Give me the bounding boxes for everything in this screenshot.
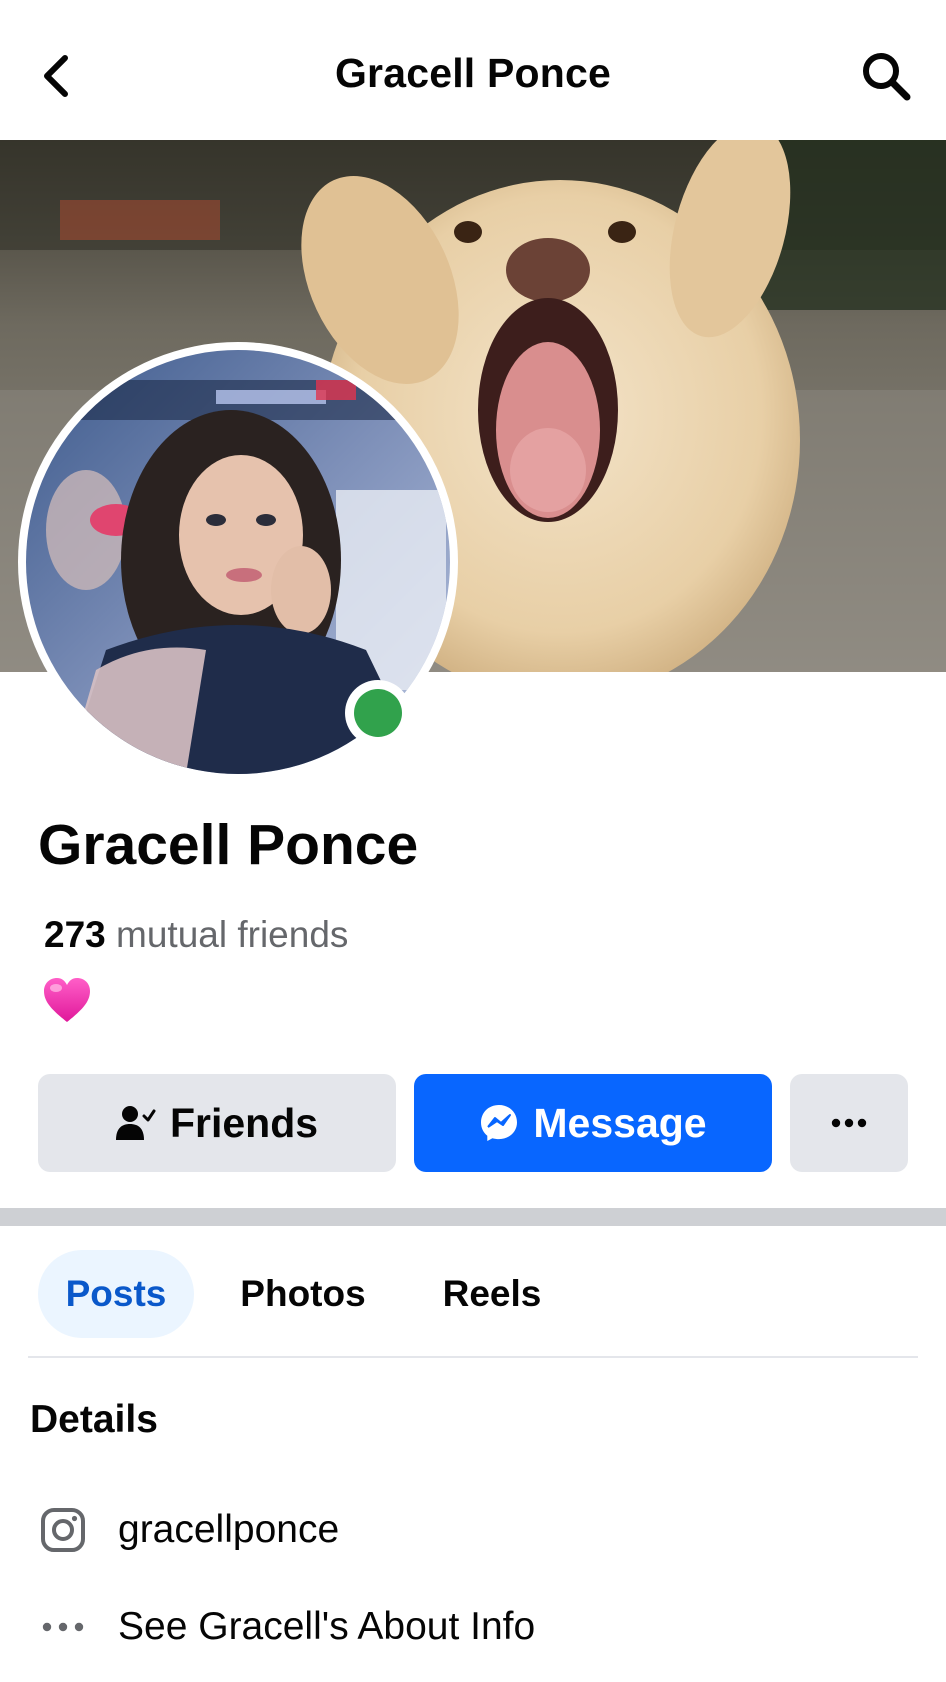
search-button[interactable] <box>858 48 914 104</box>
mutual-friends[interactable]: 273 mutual friends <box>44 914 348 956</box>
instagram-link[interactable]: gracellponce <box>38 1500 339 1560</box>
friends-button[interactable]: Friends <box>38 1074 396 1172</box>
more-dots-icon <box>38 1602 88 1652</box>
section-divider <box>0 1208 946 1226</box>
tab-reels[interactable]: Reels <box>422 1250 562 1338</box>
mutual-friends-count: 273 <box>44 914 106 955</box>
tabs-divider <box>28 1356 918 1358</box>
message-button[interactable]: Message <box>414 1074 772 1172</box>
pink-heart-icon <box>42 976 92 1026</box>
profile-name: Gracell Ponce <box>38 813 419 877</box>
instagram-icon <box>38 1505 88 1555</box>
page-title: Gracell Ponce <box>334 50 612 96</box>
top-bar: Gracell Ponce <box>0 0 946 140</box>
about-info-link[interactable]: See Gracell's About Info <box>38 1597 535 1657</box>
more-options-button[interactable] <box>790 1074 908 1172</box>
search-icon <box>863 53 911 101</box>
instagram-handle: gracellponce <box>118 1508 340 1551</box>
online-status-badge <box>345 680 411 746</box>
tab-posts[interactable]: Posts <box>38 1250 194 1338</box>
message-button-label: Message <box>533 1099 707 1146</box>
about-info-label: See Gracell's About Info <box>118 1605 536 1648</box>
more-dots-icon <box>831 1118 867 1128</box>
friend-check-icon <box>115 1104 156 1142</box>
friends-button-label: Friends <box>169 1099 319 1146</box>
details-heading: Details <box>30 1398 158 1441</box>
messenger-icon <box>479 1103 519 1143</box>
mutual-friends-label: mutual friends <box>116 914 349 955</box>
tab-photos[interactable]: Photos <box>218 1250 388 1338</box>
